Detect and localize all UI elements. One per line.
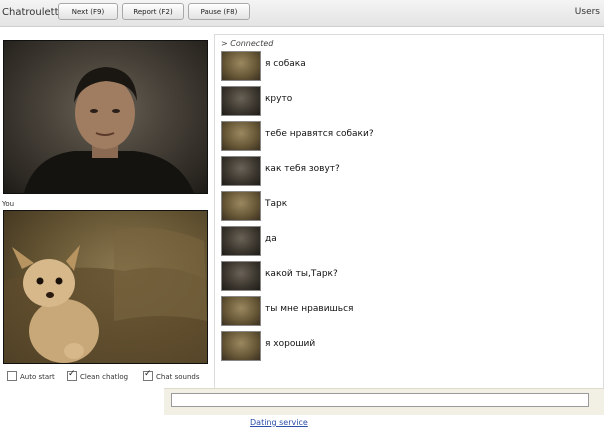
message-text: Тарк xyxy=(265,199,288,209)
message-text: да xyxy=(265,234,277,244)
chat-sounds-box[interactable] xyxy=(143,369,153,381)
chat-message: круто xyxy=(221,86,581,118)
message-text: ты мне нравишься xyxy=(265,304,354,314)
clean-chatlog-checkbox[interactable]: Clean chatlog xyxy=(67,369,129,381)
message-text: я собака xyxy=(265,59,306,69)
you-label: You xyxy=(2,200,15,208)
message-text: как тебя зовут? xyxy=(265,164,340,174)
chat-message: Тарк xyxy=(221,191,581,223)
connection-status: > Connected xyxy=(221,39,274,48)
auto-start-box[interactable] xyxy=(7,371,17,381)
chat-message: я собака xyxy=(221,51,581,83)
chat-sounds-label: Chat sounds xyxy=(156,373,200,381)
stranger-avatar xyxy=(221,261,261,291)
dog-avatar xyxy=(221,191,261,221)
chat-log[interactable]: > Connected я собака круто тебе нравятся… xyxy=(214,34,604,390)
chat-sounds-checkbox[interactable]: Chat sounds xyxy=(143,369,200,381)
stranger-video xyxy=(3,40,208,194)
stranger-avatar xyxy=(221,156,261,186)
chat-message: я хороший xyxy=(221,331,581,363)
stranger-avatar xyxy=(221,226,261,256)
chat-message: ты мне нравишься xyxy=(221,296,581,328)
chat-input[interactable] xyxy=(171,393,589,407)
dog-avatar xyxy=(221,331,261,361)
stranger-avatar xyxy=(221,86,261,116)
message-text: я хороший xyxy=(265,339,316,349)
report-button[interactable]: Report (F2) xyxy=(122,3,184,20)
users-link[interactable]: Users xyxy=(575,7,600,17)
stranger-person-image xyxy=(24,67,194,193)
message-text: тебе нравятся собаки? xyxy=(265,129,374,139)
your-video xyxy=(3,210,208,364)
chat-message: да xyxy=(221,226,581,258)
pause-button[interactable]: Pause (F8) xyxy=(188,3,250,20)
clean-chatlog-label: Clean chatlog xyxy=(80,373,129,381)
next-button[interactable]: Next (F9) xyxy=(58,3,118,20)
dog-avatar xyxy=(221,296,261,326)
chat-message: как тебя зовут? xyxy=(221,156,581,188)
chat-message: какой ты,Тарк? xyxy=(221,261,581,293)
dog-image xyxy=(4,227,207,363)
chat-message: тебе нравятся собаки? xyxy=(221,121,581,153)
top-toolbar: Chatroulette Next (F9) Report (F2) Pause… xyxy=(0,0,604,27)
message-text: какой ты,Тарк? xyxy=(265,269,338,279)
clean-chatlog-box[interactable] xyxy=(67,369,77,381)
dating-service-link[interactable]: Dating service xyxy=(250,418,308,427)
auto-start-checkbox[interactable]: Auto start xyxy=(7,371,55,381)
auto-start-label: Auto start xyxy=(20,373,55,381)
dog-avatar xyxy=(221,121,261,151)
app-title: Chatroulette xyxy=(2,7,65,18)
message-text: круто xyxy=(265,94,293,104)
dog-avatar xyxy=(221,51,261,81)
